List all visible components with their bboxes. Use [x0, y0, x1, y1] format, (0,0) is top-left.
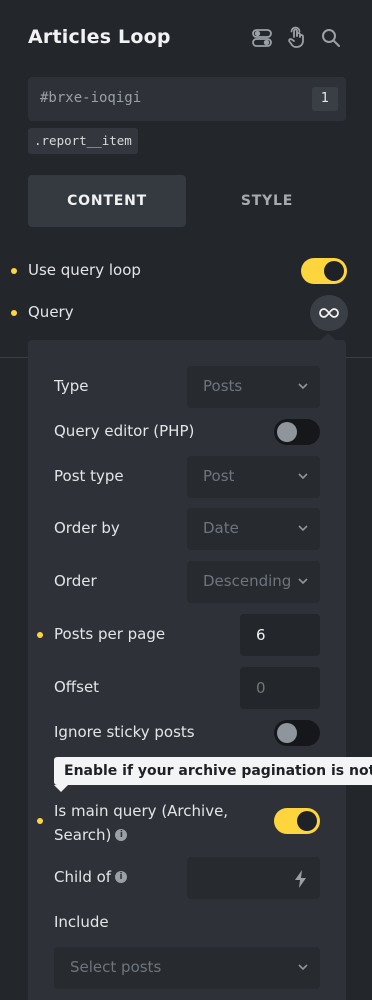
tooltip-caret — [54, 785, 68, 792]
ignore-sticky-label: Ignore sticky posts — [54, 723, 195, 741]
post-type-label: Post type — [54, 467, 124, 485]
element-id-text: #brxe-ioqigi — [40, 90, 142, 106]
chevron-down-icon — [298, 473, 308, 480]
toggle-knob — [277, 422, 297, 442]
element-id-badge: 1 — [312, 87, 338, 111]
toggle-knob — [324, 261, 344, 281]
child-of-label-wrap: Child of i — [54, 868, 128, 886]
modified-indicator-dot — [37, 818, 43, 824]
post-type-select-value: Post — [203, 467, 235, 485]
query-label: Query — [28, 303, 74, 321]
offset-label: Offset — [54, 678, 100, 696]
tab-style[interactable]: STYLE — [188, 175, 346, 227]
is-main-query-toggle[interactable] — [274, 808, 320, 834]
order-select[interactable]: Descending — [187, 561, 320, 603]
query-editor-label: Query editor (PHP) — [54, 422, 195, 440]
order-label: Order — [54, 572, 97, 590]
order-by-select-value: Date — [203, 519, 239, 537]
post-type-select[interactable]: Post — [187, 456, 320, 498]
query-settings-button[interactable] — [310, 295, 348, 331]
offset-input[interactable] — [240, 667, 320, 709]
query-editor-toggle[interactable] — [274, 419, 320, 445]
child-of-input[interactable] — [187, 857, 320, 899]
info-icon[interactable]: i — [115, 829, 128, 841]
search-icon[interactable] — [319, 26, 343, 50]
element-id-field[interactable]: #brxe-ioqigi 1 — [28, 77, 346, 121]
tab-content[interactable]: CONTENT — [28, 175, 186, 227]
is-main-query-label-line2: Search) — [54, 826, 112, 844]
tooltip: Enable if your archive pagination is not… — [54, 757, 372, 785]
child-of-label: Child of — [54, 868, 112, 886]
type-label: Type — [54, 377, 89, 395]
chevron-down-icon — [298, 383, 308, 390]
include-posts-placeholder: Select posts — [70, 958, 162, 976]
include-posts-select[interactable]: Select posts — [54, 947, 320, 989]
type-select[interactable]: Posts — [187, 366, 320, 408]
chevron-down-icon — [298, 578, 308, 585]
toggle-knob — [277, 723, 297, 743]
info-icon[interactable]: i — [115, 871, 128, 883]
order-by-select[interactable]: Date — [187, 508, 320, 550]
toggle-settings-icon[interactable] — [250, 26, 274, 50]
pointer-hand-icon[interactable] — [285, 26, 309, 50]
is-main-query-label-line1: Is main query (Archive, — [54, 802, 229, 820]
ignore-sticky-toggle[interactable] — [274, 720, 320, 746]
include-label: Include — [54, 913, 109, 931]
order-by-label: Order by — [54, 519, 120, 537]
css-class-chip[interactable]: .report__item — [28, 128, 138, 154]
element-title: Articles Loop — [28, 26, 171, 48]
infinity-icon — [319, 308, 339, 318]
type-select-value: Posts — [203, 377, 243, 395]
use-query-loop-label: Use query loop — [28, 261, 141, 279]
bolt-icon[interactable] — [294, 869, 308, 889]
chevron-down-icon — [298, 964, 308, 971]
toggle-knob — [297, 811, 317, 831]
modified-indicator-dot — [11, 268, 17, 274]
order-select-value: Descending — [203, 572, 292, 590]
modified-indicator-dot — [37, 632, 43, 638]
panel-header: Articles Loop — [28, 24, 344, 54]
chevron-down-icon — [298, 525, 308, 532]
modified-indicator-dot — [11, 310, 17, 316]
posts-per-page-input[interactable] — [240, 614, 320, 656]
posts-per-page-label: Posts per page — [54, 625, 166, 643]
is-main-query-label: Is main query (Archive, Search) i — [54, 799, 228, 847]
use-query-loop-toggle[interactable] — [301, 258, 347, 284]
